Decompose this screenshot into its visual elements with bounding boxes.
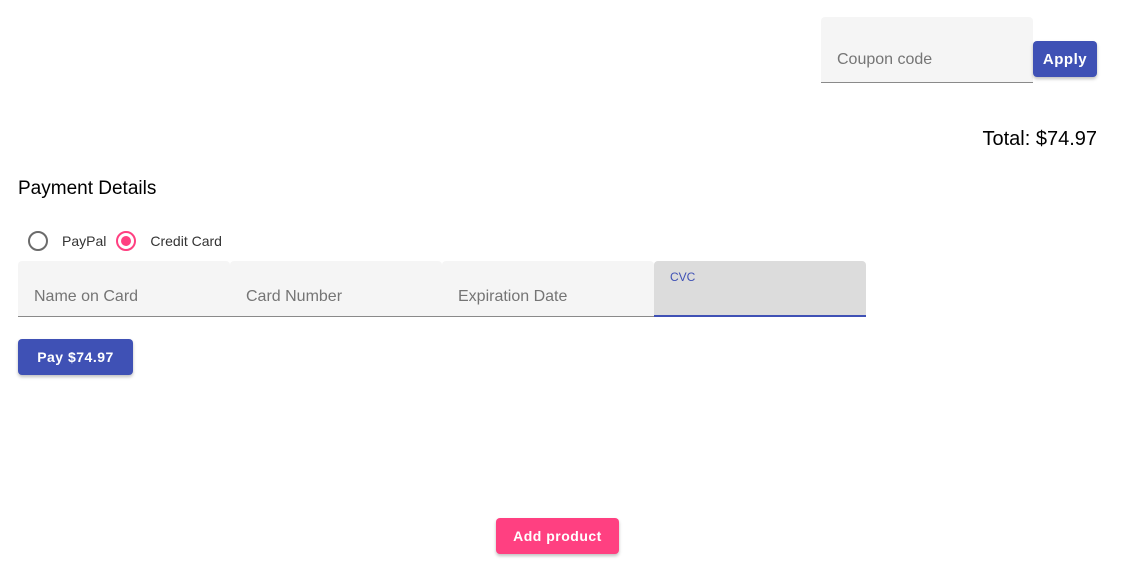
radio-unchecked-icon[interactable]	[28, 231, 48, 251]
pay-button[interactable]: Pay $74.97	[18, 339, 133, 375]
coupon-input[interactable]	[821, 17, 1033, 82]
radio-label-paypal: PayPal	[62, 233, 107, 249]
cvc-input[interactable]	[654, 261, 866, 315]
expiration-date-input[interactable]	[442, 261, 654, 316]
card-details-row: CVC	[18, 261, 866, 317]
radio-label-credit-card: Credit Card	[150, 233, 222, 249]
card-number-input[interactable]	[230, 261, 442, 316]
radio-paypal[interactable]: PayPal	[28, 231, 116, 251]
checkout-page: Apply Total: $74.97 Payment Details PayP…	[0, 0, 1132, 584]
apply-coupon-button[interactable]: Apply	[1033, 41, 1097, 77]
total-text: Total: $74.97	[982, 128, 1097, 150]
radio-credit-card[interactable]: Credit Card	[116, 231, 222, 251]
cvc-field[interactable]: CVC	[654, 261, 866, 317]
radio-checked-icon[interactable]	[116, 231, 137, 251]
payment-method-group: PayPal Credit Card	[28, 230, 222, 252]
payment-details-title: Payment Details	[18, 178, 157, 199]
expiration-date-field[interactable]	[442, 261, 654, 317]
order-total: Total: $74.97	[982, 128, 1097, 151]
name-on-card-field[interactable]	[18, 261, 230, 317]
coupon-field[interactable]	[821, 17, 1033, 83]
name-on-card-input[interactable]	[18, 261, 230, 316]
add-product-button[interactable]: Add product	[496, 518, 619, 554]
card-number-field[interactable]	[230, 261, 442, 317]
